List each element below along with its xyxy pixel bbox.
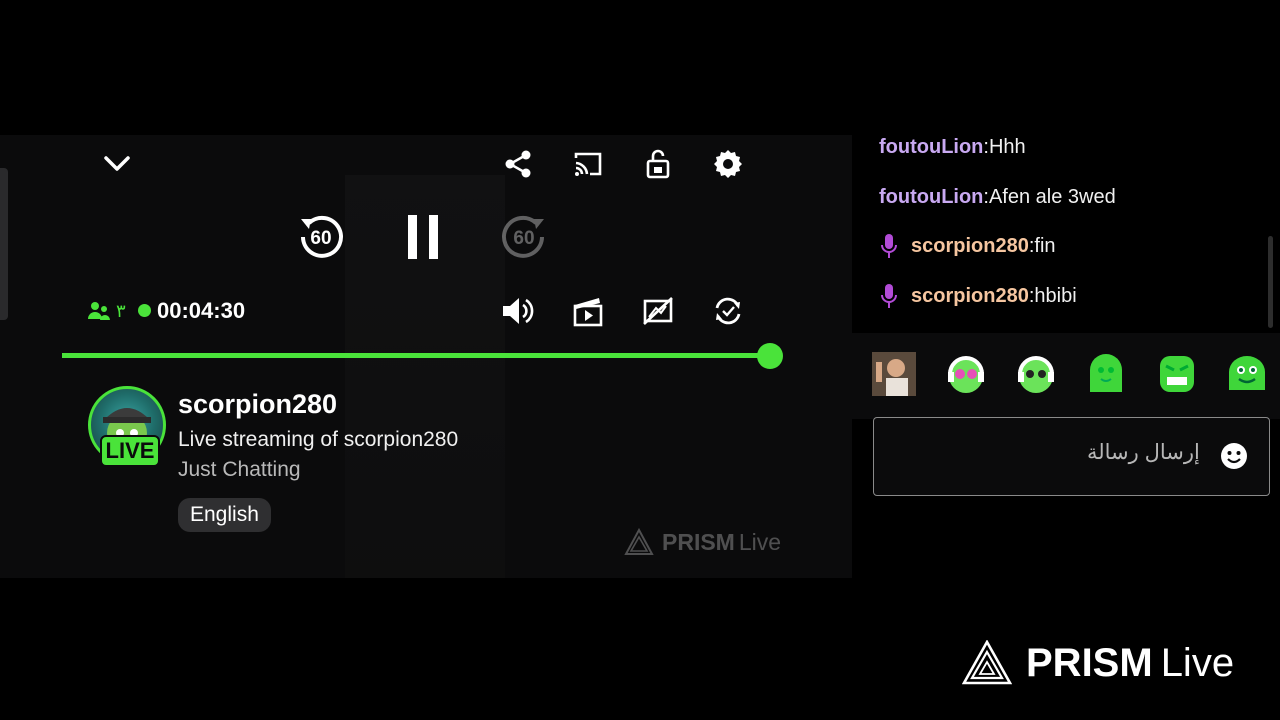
mic-icon <box>881 234 897 258</box>
chat-message: scorpion280: fin <box>879 233 1056 259</box>
viewers-icon <box>88 302 110 320</box>
chat-text: hbibi <box>1034 284 1077 307</box>
streamer-name[interactable]: scorpion280 <box>178 389 337 420</box>
rewind-label: 60 <box>310 228 331 249</box>
seek-knob[interactable] <box>757 343 783 369</box>
emote-happy-icon[interactable] <box>1225 352 1269 396</box>
cast-icon[interactable] <box>572 149 604 179</box>
stream-title: Live streaming of scorpion280 <box>178 428 459 451</box>
share-icon[interactable] <box>503 149 533 179</box>
rewind-60-icon[interactable]: 60 <box>295 211 347 263</box>
chevron-down-icon[interactable] <box>101 150 133 178</box>
chat-text: Hhh <box>988 136 1026 158</box>
chat-username[interactable]: scorpion280 <box>911 235 1029 258</box>
smile-icon[interactable] <box>1219 441 1249 471</box>
watermark-live: Live <box>738 528 782 555</box>
chat-username[interactable]: scorpion280 <box>911 285 1029 308</box>
elapsed-time: 00:04:30 <box>157 298 246 323</box>
clip-icon[interactable] <box>572 294 604 328</box>
chat-username[interactable]: foutouLion <box>879 186 983 209</box>
side-handle[interactable] <box>0 168 8 320</box>
streamer-avatar[interactable]: LIVE <box>88 386 168 467</box>
watermark-brand: PRISM <box>662 528 735 555</box>
watermark-small: PRISM Live <box>624 528 781 556</box>
stream-category[interactable]: Just Chatting <box>178 458 301 482</box>
chat-scrollbar[interactable] <box>1268 236 1273 328</box>
watermark-large: PRISM Live <box>962 640 1234 686</box>
sync-icon[interactable] <box>712 294 744 328</box>
prism-logo-icon <box>962 640 1012 685</box>
mic-icon <box>881 284 897 308</box>
live-badge: LIVE <box>100 435 160 467</box>
chat-text: Afen ale 3wed <box>988 186 1116 208</box>
chat-off-icon[interactable] <box>642 294 674 328</box>
pip-icon[interactable] <box>643 149 673 179</box>
chat-username[interactable]: foutouLion <box>879 136 983 159</box>
forward-label: 60 <box>513 228 534 249</box>
chat-message: foutouLion: Afen ale 3wed <box>879 186 1116 209</box>
viewer-count: ٣ <box>88 300 126 322</box>
forward-60-icon[interactable]: 60 <box>498 211 550 263</box>
volume-icon[interactable] <box>500 294 534 328</box>
emote-bar <box>852 333 1280 419</box>
live-indicator-dot <box>138 304 151 317</box>
emote-man-icon[interactable] <box>872 352 916 396</box>
emote-angry-icon[interactable] <box>1155 352 1199 396</box>
emote-ghost-icon[interactable] <box>1084 352 1128 396</box>
pause-icon[interactable] <box>400 211 446 263</box>
chat-message: scorpion280: hbibi <box>879 283 1077 309</box>
seek-bar[interactable] <box>62 353 770 358</box>
chat-message-input[interactable] <box>873 417 1270 496</box>
viewer-count-value: ٣ <box>116 300 126 321</box>
language-tag[interactable]: English <box>178 498 271 532</box>
prism-logo-icon <box>624 528 654 555</box>
watermark-live: Live <box>1160 640 1235 685</box>
chat-input-placeholder: إرسال رسالة <box>1087 441 1200 464</box>
watermark-brand: PRISM <box>1026 640 1153 685</box>
emote-headphones-icon[interactable] <box>944 352 988 396</box>
emote-headphones-alt-icon[interactable] <box>1014 352 1058 396</box>
gear-icon[interactable] <box>713 149 743 179</box>
chat-message: foutouLion: Hhh <box>879 136 1026 159</box>
chat-text: fin <box>1034 234 1056 257</box>
seek-bar-fill <box>62 353 770 358</box>
